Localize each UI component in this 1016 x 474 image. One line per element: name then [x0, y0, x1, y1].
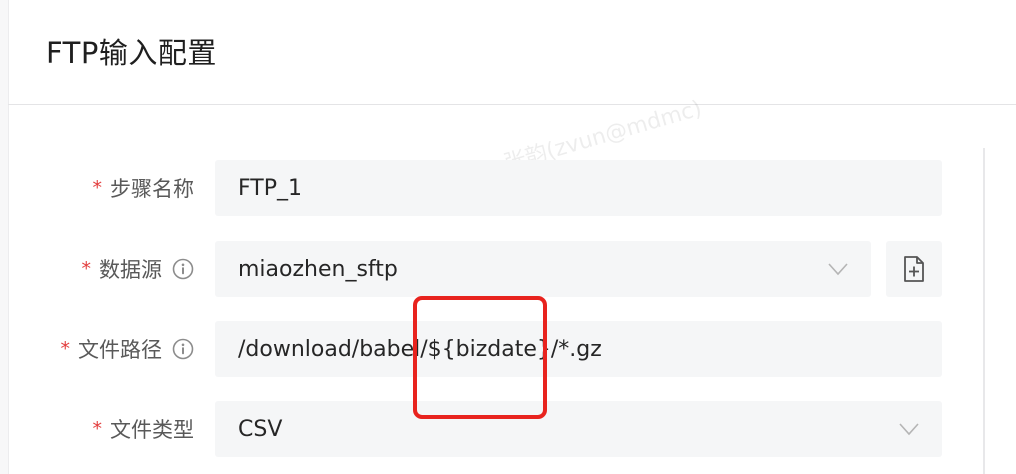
file-type-label-text: 文件类型: [110, 418, 194, 442]
file-type-value: CSV: [238, 416, 283, 442]
data-source-label-text: 数据源: [99, 258, 162, 282]
annotation-highlight-box: [413, 296, 547, 419]
file-type-select[interactable]: CSV: [215, 401, 942, 457]
chevron-down-icon: [899, 423, 919, 436]
file-path-input[interactable]: /download/babel/${bizdate}/*.gz: [215, 321, 942, 377]
step-name-input[interactable]: FTP_1: [215, 160, 942, 216]
data-source-label: * 数据源: [82, 241, 195, 297]
row-data-source: * 数据源 miaozhen_sftp: [0, 241, 1016, 297]
dialog-title: FTP输入配置: [46, 36, 217, 70]
dialog-header: FTP输入配置: [8, 0, 1016, 105]
row-step-name: * 步骤名称 FTP_1: [0, 160, 1016, 216]
required-mark: *: [60, 338, 71, 360]
required-mark: *: [81, 258, 92, 280]
file-path-label: * 文件路径: [61, 321, 195, 377]
info-circle-icon[interactable]: [172, 338, 194, 360]
chevron-down-icon: [828, 263, 848, 276]
add-data-source-button[interactable]: [886, 241, 942, 297]
add-file-icon: [904, 256, 924, 282]
file-type-label: * 文件类型: [93, 401, 195, 457]
required-mark: *: [92, 177, 103, 199]
step-name-value: FTP_1: [238, 175, 302, 201]
data-source-value: miaozhen_sftp: [238, 256, 398, 282]
step-name-label-text: 步骤名称: [110, 177, 194, 201]
required-mark: *: [92, 418, 103, 440]
file-path-label-text: 文件路径: [78, 338, 162, 362]
step-name-label: * 步骤名称: [93, 160, 195, 216]
info-circle-icon[interactable]: [172, 258, 194, 280]
data-source-select[interactable]: miaozhen_sftp: [215, 241, 871, 297]
